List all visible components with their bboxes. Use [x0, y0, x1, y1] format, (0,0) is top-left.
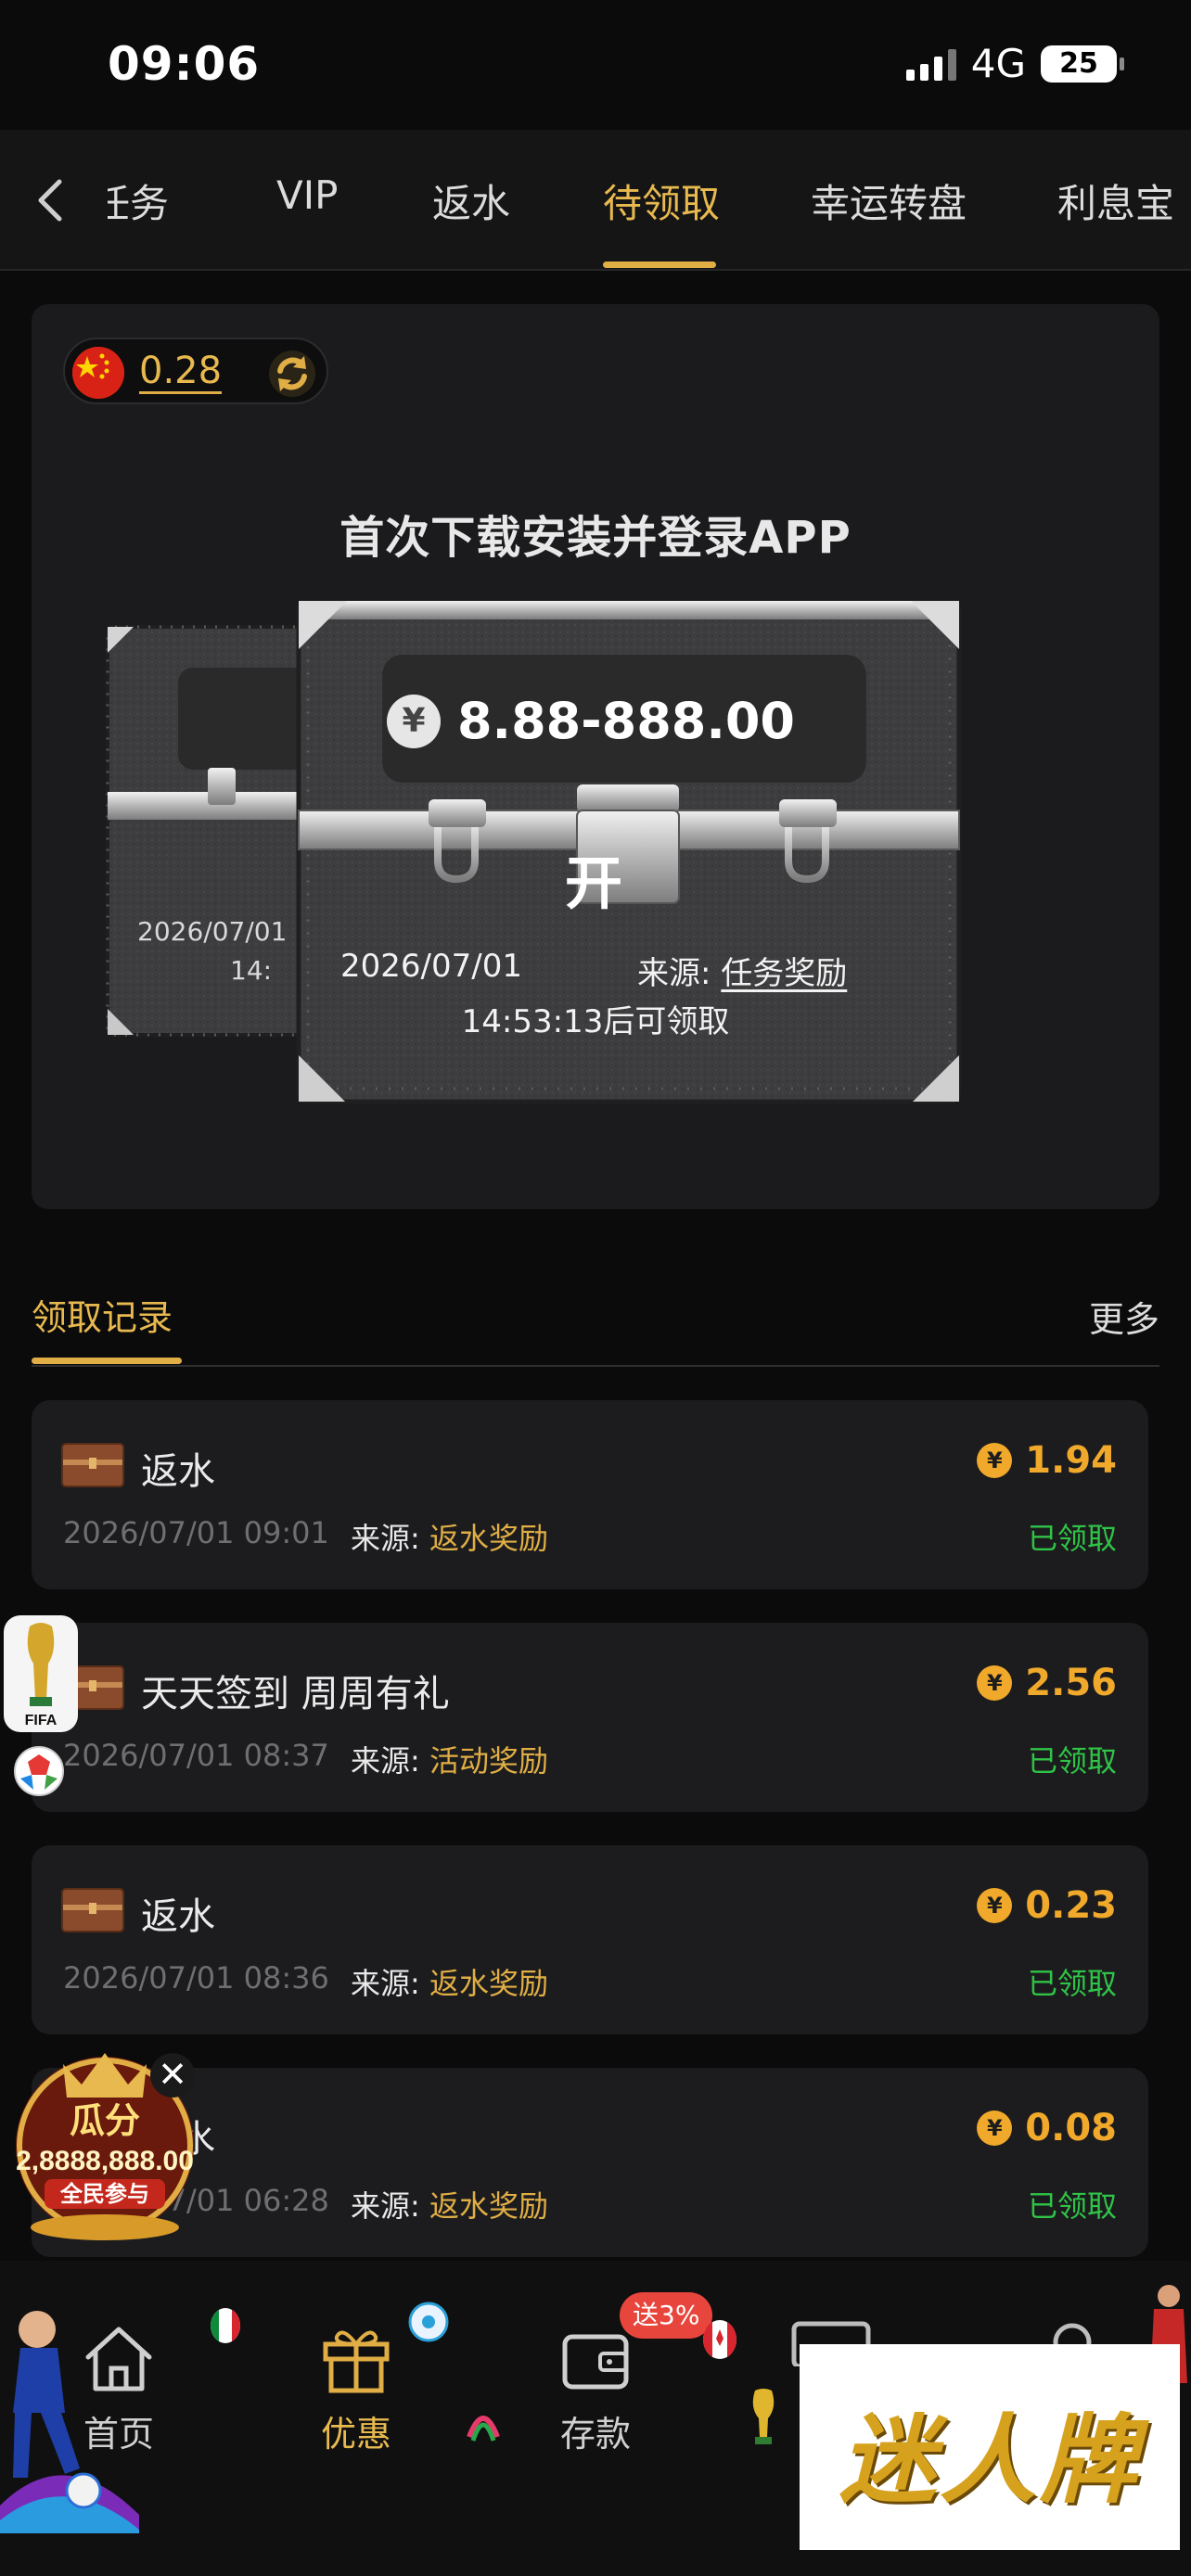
active-tab-indicator [603, 261, 716, 268]
record-status: 已领取 [1027, 2188, 1117, 2224]
record-source-value: 返水奖励 [429, 1966, 548, 2001]
mexico-flag-icon [211, 2308, 240, 2343]
tab-tasks[interactable]: 任务 [108, 172, 169, 229]
soccer-player-decoration [0, 2311, 139, 2533]
nav-promotions-label: 优惠 [320, 2414, 391, 2455]
brand-watermark: 迷人牌 [800, 2344, 1180, 2550]
balance-pill: 0.28 [63, 338, 328, 404]
promo-subtitle: 全民参与 [59, 2181, 149, 2207]
record-card[interactable]: 返水 ¥0.23 2026/07/01 08:36 来源: 返水奖励 已领取 [32, 1845, 1148, 2034]
back-arrow-icon[interactable] [28, 172, 74, 228]
record-status: 已领取 [1027, 1743, 1117, 1779]
nav-deposit[interactable]: 存款 [531, 2320, 660, 2456]
wallet-icon [562, 2334, 629, 2390]
records-tab-indicator [32, 1358, 182, 1364]
fifa-float-icon[interactable]: FIFA [2, 1615, 80, 1797]
yen-coin-icon: ¥ [977, 1443, 1013, 1478]
status-indicators: 4G 25 [905, 41, 1124, 86]
chest-amount: ¥ 8.88-888.00 [354, 692, 827, 750]
canada-flag-icon [702, 2320, 737, 2359]
record-status: 已领取 [1027, 1521, 1117, 1556]
tab-pending[interactable]: 待领取 [603, 172, 720, 229]
chest-icon [61, 1443, 124, 1487]
record-source-label: 来源: [351, 1521, 420, 1556]
fifa-label: FIFA [25, 1713, 58, 1728]
more-link[interactable]: 更多 [1089, 1291, 1159, 1342]
record-status: 已领取 [1027, 1966, 1117, 2001]
record-source: 来源: 返水奖励 [351, 1960, 548, 2003]
yen-coin-icon: ¥ [977, 1888, 1013, 1923]
deposit-bonus-badge: 送3% [620, 2292, 713, 2339]
record-card[interactable]: 天天签到 周周有礼 ¥2.56 2026/07/01 08:37 来源: 活动奖… [32, 1623, 1148, 1812]
record-title: 返水 [141, 1450, 215, 1493]
record-source-value: 返水奖励 [429, 2188, 548, 2224]
record-amount: ¥0.23 [977, 1884, 1117, 1927]
close-icon[interactable]: ✕ [150, 2053, 195, 2098]
ribbon-decoration [467, 2416, 500, 2442]
record-time: 2026/07/01 08:37 [63, 1738, 329, 1773]
record-title: 天天签到 周周有礼 [141, 1673, 450, 1715]
record-amount-value: 1.94 [1025, 1439, 1117, 1482]
record-time: 2026/07/01 09:01 [63, 1515, 329, 1550]
record-amount-value: 0.08 [1025, 2107, 1117, 2149]
record-source: 来源: 活动奖励 [351, 1738, 548, 1780]
pending-reward-panel: 0.28 首次下载安装并登录APP [32, 304, 1159, 1209]
record-source-value: 返水奖励 [429, 1521, 548, 1556]
record-amount: ¥2.56 [977, 1662, 1117, 1704]
balance-value: 0.28 [139, 350, 223, 394]
signal-icon [905, 47, 956, 81]
chest-source-link[interactable]: 任务奖励 [721, 955, 847, 992]
soccer-ball-icon [408, 2302, 449, 2342]
nav-deposit-label: 存款 [559, 2414, 631, 2455]
tab-interest[interactable]: 利息宝 [1057, 172, 1174, 229]
records-header: 领取记录 更多 [32, 1280, 1159, 1367]
chest-source-label: 来源: [637, 955, 711, 992]
record-time: 2026/07/01 08:36 [63, 1960, 329, 1996]
promo-title: 瓜分 [70, 2100, 140, 2141]
yen-coin-icon: ¥ [977, 2111, 1013, 2146]
record-source-label: 来源: [351, 1743, 420, 1779]
record-source-label: 来源: [351, 1966, 420, 2001]
gift-icon [323, 2330, 390, 2393]
record-source: 来源: 返水奖励 [351, 1515, 548, 1558]
chest-date: 2026/07/01 [340, 948, 522, 985]
tab-rebate[interactable]: 返水 [432, 172, 510, 229]
treasure-chest-illustration [106, 601, 962, 1104]
status-time: 09:06 [108, 37, 261, 91]
tab-vip[interactable]: VIP [276, 172, 338, 218]
reward-title: 首次下载安装并登录APP [339, 512, 852, 564]
record-amount-value: 0.23 [1025, 1884, 1117, 1927]
chest-source: 来源: 任务奖励 [637, 948, 847, 993]
status-bar: 09:06 4G 25 [0, 0, 1191, 130]
chest-countdown: 14:53:13后可领取 [461, 1003, 730, 1040]
back-chest-date: 2026/07/01 [137, 916, 288, 947]
yen-coin-icon: ¥ [977, 1665, 1013, 1701]
battery-icon: 25 [1041, 45, 1124, 83]
records-tab[interactable]: 领取记录 [32, 1289, 173, 1340]
record-amount: ¥0.08 [977, 2107, 1117, 2149]
promo-tab-bar: 任务 VIP 返水 待领取 幸运转盘 利息宝 [0, 130, 1191, 271]
nav-promotions[interactable]: 优惠 [291, 2320, 421, 2456]
chest-amount-value: 8.88-888.00 [456, 692, 796, 750]
record-source-value: 活动奖励 [429, 1743, 548, 1779]
record-amount-value: 2.56 [1025, 1662, 1117, 1704]
refresh-icon[interactable] [267, 349, 317, 399]
chest-icon [61, 1888, 124, 1932]
back-chest-countdown: 14: [230, 955, 273, 986]
record-source-label: 来源: [351, 2188, 420, 2224]
open-chest-button[interactable]: 开 [547, 836, 640, 920]
promo-amount: 2,8888,888.00 [16, 2146, 194, 2176]
trophy-icon [752, 2389, 775, 2444]
record-title: 返水 [141, 1895, 215, 1938]
network-label: 4G [970, 41, 1026, 86]
record-source: 来源: 返水奖励 [351, 2183, 548, 2225]
brand-logo-text: 迷人牌 [839, 2404, 1140, 2517]
tab-lucky-wheel[interactable]: 幸运转盘 [811, 172, 967, 229]
yen-icon: ¥ [386, 694, 441, 748]
china-flag-icon [72, 347, 124, 399]
record-card[interactable]: 返水 ¥1.94 2026/07/01 09:01 来源: 返水奖励 已领取 [32, 1400, 1148, 1589]
record-amount: ¥1.94 [977, 1439, 1117, 1482]
